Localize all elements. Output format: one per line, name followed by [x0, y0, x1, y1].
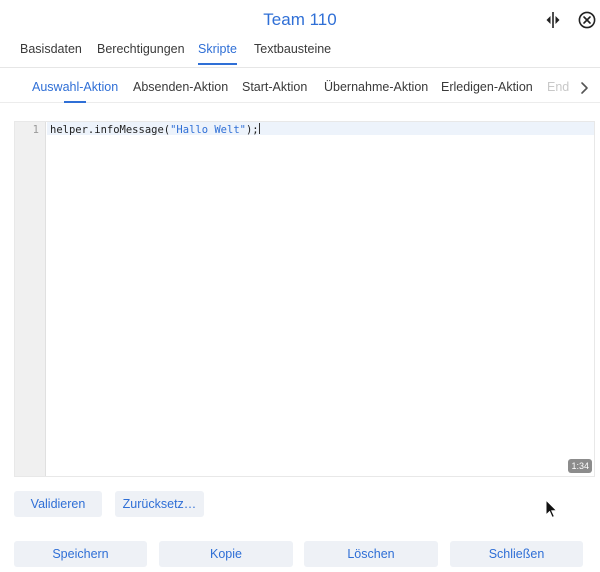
tab-start-aktion[interactable]: Start-Aktion: [242, 80, 307, 94]
line-number-gutter: 1: [15, 122, 46, 476]
tab-skripte[interactable]: Skripte: [198, 42, 237, 65]
code-text: helper.infoMessage(: [50, 124, 171, 136]
tab-end-aktion[interactable]: End: [547, 80, 571, 94]
code-text-end: );: [245, 124, 259, 136]
code-string: "Hallo Welt": [170, 124, 246, 136]
dialog-header: Team 110: [0, 0, 600, 40]
secondary-tabs: Auswahl-Aktion Absenden-Aktion Start-Akt…: [0, 69, 600, 103]
cursor-position-badge: 1:34: [568, 459, 592, 473]
mouse-pointer-icon: [545, 498, 559, 519]
tab-berechtigungen[interactable]: Berechtigungen: [97, 42, 185, 56]
primary-tabs: Basisdaten Berechtigungen Skripte Textba…: [0, 40, 600, 68]
close-icon[interactable]: [577, 10, 597, 30]
tab-basisdaten[interactable]: Basisdaten: [20, 42, 82, 56]
text-cursor: [258, 123, 260, 134]
tab-erledigen-aktion[interactable]: Erledigen-Aktion: [441, 80, 533, 94]
code-line[interactable]: helper.infoMessage("Hallo Welt");: [50, 123, 260, 136]
tab-uebernahme-aktion[interactable]: Übernahme-Aktion: [324, 80, 428, 94]
script-editor-dialog: Team 110 Basisdaten Berechtigungen Skrip…: [0, 0, 600, 572]
tab-textbausteine[interactable]: Textbausteine: [254, 42, 331, 56]
split-view-icon[interactable]: [543, 10, 563, 30]
copy-button[interactable]: Kopie: [159, 541, 293, 567]
save-button[interactable]: Speichern: [14, 541, 147, 567]
close-button[interactable]: Schließen: [450, 541, 583, 567]
tab-auswahl-aktion[interactable]: Auswahl-Aktion: [32, 80, 118, 103]
dialog-title: Team 110: [263, 10, 337, 29]
chevron-right-icon[interactable]: [574, 78, 594, 98]
delete-button[interactable]: Löschen: [304, 541, 438, 567]
code-editor[interactable]: 1 helper.infoMessage("Hallo Welt"); 1:34: [14, 121, 595, 477]
reset-button[interactable]: Zurücksetz…: [115, 491, 204, 517]
validate-button[interactable]: Validieren: [14, 491, 102, 517]
tab-absenden-aktion[interactable]: Absenden-Aktion: [133, 80, 228, 94]
line-number: 1: [32, 124, 39, 136]
